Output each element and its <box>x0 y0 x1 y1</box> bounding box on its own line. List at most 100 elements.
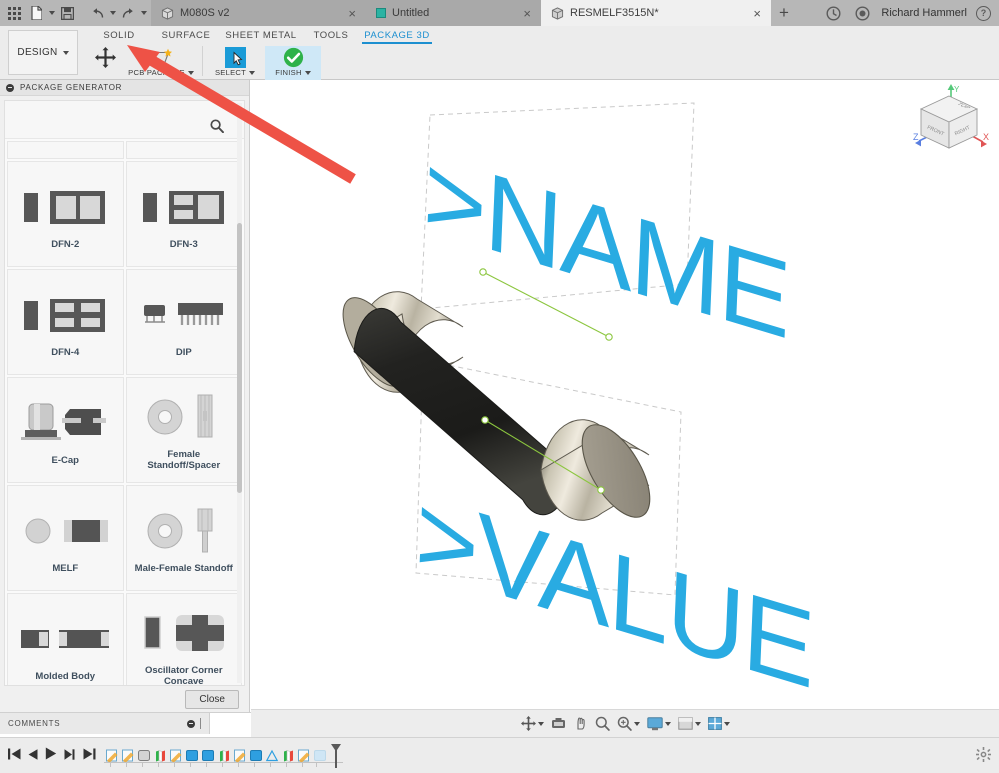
pcb-package-command[interactable]: PCB PACKAGE <box>122 46 200 80</box>
ribbon-tab-sheet-metal[interactable]: SHEET METAL <box>222 26 300 44</box>
step-forward-icon[interactable] <box>64 747 76 765</box>
apps-grid-icon[interactable] <box>4 2 24 24</box>
ribbon: DESIGN SOLID SURFACE SHEET METAL TOOLS P… <box>0 26 999 80</box>
panel-header: PACKAGE GENERATOR <box>0 80 249 96</box>
package-label: Female Standoff/Spacer <box>147 449 221 471</box>
close-tab-icon[interactable]: × <box>515 7 531 20</box>
new-tab-button[interactable]: + <box>771 0 797 26</box>
package-grid-wrap[interactable]: DFN-2 DFN-3 DFN-4 DIP E-Cap Female Stand… <box>5 139 244 685</box>
timeline-navigation <box>0 747 104 765</box>
gear-icon[interactable] <box>976 747 991 767</box>
axis-x-label: X <box>983 132 989 142</box>
close-button[interactable]: Close <box>185 689 239 709</box>
zoom-window-icon[interactable] <box>615 716 642 731</box>
axis-y-label: Y <box>954 85 960 94</box>
package-label: DFN-2 <box>51 238 80 250</box>
undo-caret-icon[interactable] <box>110 11 116 15</box>
silkscreen-value-text: >VALUE <box>413 472 815 709</box>
ribbon-tab-solid[interactable]: SOLID <box>88 26 150 44</box>
chevron-down-icon[interactable] <box>723 721 730 726</box>
help-icon[interactable]: ? <box>976 5 991 21</box>
close-tab-icon[interactable]: × <box>745 7 761 20</box>
save-icon[interactable] <box>57 2 77 24</box>
document-tab-label: M080S v2 <box>180 7 230 19</box>
zoom-icon[interactable] <box>593 716 612 731</box>
step-back-icon[interactable] <box>28 747 38 765</box>
viewport-toolbar <box>251 709 999 737</box>
timeline-marker[interactable] <box>329 743 343 769</box>
collapse-icon[interactable] <box>187 719 195 728</box>
comments-bar[interactable]: COMMENTS <box>0 712 210 734</box>
ribbon-tab-tools[interactable]: TOOLS <box>300 26 362 44</box>
square-icon <box>376 8 386 18</box>
chevron-down-icon[interactable] <box>537 721 544 726</box>
package-label: DIP <box>175 346 192 358</box>
redo-icon[interactable] <box>118 2 138 24</box>
package-generator-panel: PACKAGE GENERATOR DFN-2 DFN-3 DFN-4 DIP … <box>0 80 250 712</box>
package-cell-dfn-2[interactable]: DFN-2 <box>7 161 124 267</box>
document-tab-resmelf[interactable]: RESMELF3515N* × <box>541 0 771 26</box>
move-command[interactable] <box>88 46 122 80</box>
comments-field[interactable] <box>210 712 252 734</box>
pcb-package-label-wrap: PCB PACKAGE <box>128 68 194 77</box>
chevron-down-icon[interactable] <box>694 721 701 726</box>
new-document-icon[interactable] <box>26 2 46 24</box>
select-command[interactable]: SELECT <box>205 46 265 80</box>
package-cell-female-standoff[interactable]: Female Standoff/Spacer <box>125 377 242 483</box>
comments-divider <box>200 718 201 729</box>
document-tab-label: Untitled <box>392 7 430 19</box>
title-bar: M080S v2 × Untitled × RESMELF3515N* × + <box>0 0 999 26</box>
orbit-icon[interactable] <box>519 716 546 731</box>
look-at-icon[interactable] <box>549 717 568 730</box>
package-cell-oscillator-corner-concave[interactable]: Oscillator Corner Concave <box>125 593 242 685</box>
package-label: Molded Body <box>35 670 96 682</box>
package-label: E-Cap <box>51 454 79 466</box>
new-document-caret-icon[interactable] <box>49 11 55 15</box>
document-tab-m080s[interactable]: M080S v2 × <box>151 0 366 26</box>
ecap-icon <box>18 394 112 452</box>
chevron-down-icon <box>304 70 311 75</box>
package-cell-partial[interactable] <box>125 141 242 159</box>
ribbon-divider <box>202 46 203 76</box>
viewport-3d[interactable]: >NAME >VALUE Y Z X TOP FRONT RIGHT <box>251 80 999 709</box>
collapse-icon[interactable] <box>6 83 14 92</box>
male-female-standoff-icon <box>141 502 227 560</box>
go-to-beginning-icon[interactable] <box>8 747 21 765</box>
close-tab-icon[interactable]: × <box>340 7 356 20</box>
view-cube[interactable]: Y Z X TOP FRONT RIGHT <box>907 82 991 165</box>
workspace-selector[interactable]: DESIGN <box>8 30 78 75</box>
chevron-down-icon[interactable] <box>664 721 671 726</box>
undo-icon[interactable] <box>87 2 107 24</box>
ribbon-tab-package-3d[interactable]: PACKAGE 3D <box>362 26 432 44</box>
notifications-icon[interactable] <box>852 2 872 24</box>
timeline-track[interactable] <box>104 741 343 771</box>
document-tab-untitled[interactable]: Untitled × <box>366 0 541 26</box>
package-cell-molded-body[interactable]: Molded Body <box>7 593 124 685</box>
go-to-end-icon[interactable] <box>83 747 96 765</box>
package-cell-male-female-standoff[interactable]: Male-Female Standoff <box>125 485 242 591</box>
visual-style-icon[interactable] <box>676 717 703 730</box>
model-canvas[interactable]: >NAME >VALUE <box>251 80 999 709</box>
package-cell-partial[interactable] <box>7 141 124 159</box>
sync-icon[interactable] <box>823 2 843 24</box>
chevron-down-icon[interactable] <box>633 721 640 726</box>
panel-scrollbar-thumb[interactable] <box>237 223 242 493</box>
search-icon[interactable] <box>210 119 224 138</box>
finish-command[interactable]: FINISH <box>265 46 321 80</box>
package-cell-dfn-4[interactable]: DFN-4 <box>7 269 124 375</box>
oscillator-corner-concave-icon <box>140 604 228 662</box>
package-cell-e-cap[interactable]: E-Cap <box>7 377 124 483</box>
pan-icon[interactable] <box>571 716 590 731</box>
package-cell-dip[interactable]: DIP <box>125 269 242 375</box>
grid-layout-icon[interactable] <box>706 717 732 730</box>
panel-scrollbar[interactable] <box>237 103 242 683</box>
ribbon-tab-surface[interactable]: SURFACE <box>150 26 222 44</box>
play-icon[interactable] <box>45 747 57 765</box>
package-cell-melf[interactable]: MELF <box>7 485 124 591</box>
package-cell-dfn-3[interactable]: DFN-3 <box>125 161 242 267</box>
quick-access-toolbar <box>0 0 151 26</box>
redo-caret-icon[interactable] <box>141 11 147 15</box>
melf-resistor-model[interactable] <box>330 285 663 528</box>
display-settings-icon[interactable] <box>645 716 673 731</box>
panel-title: PACKAGE GENERATOR <box>20 83 123 92</box>
